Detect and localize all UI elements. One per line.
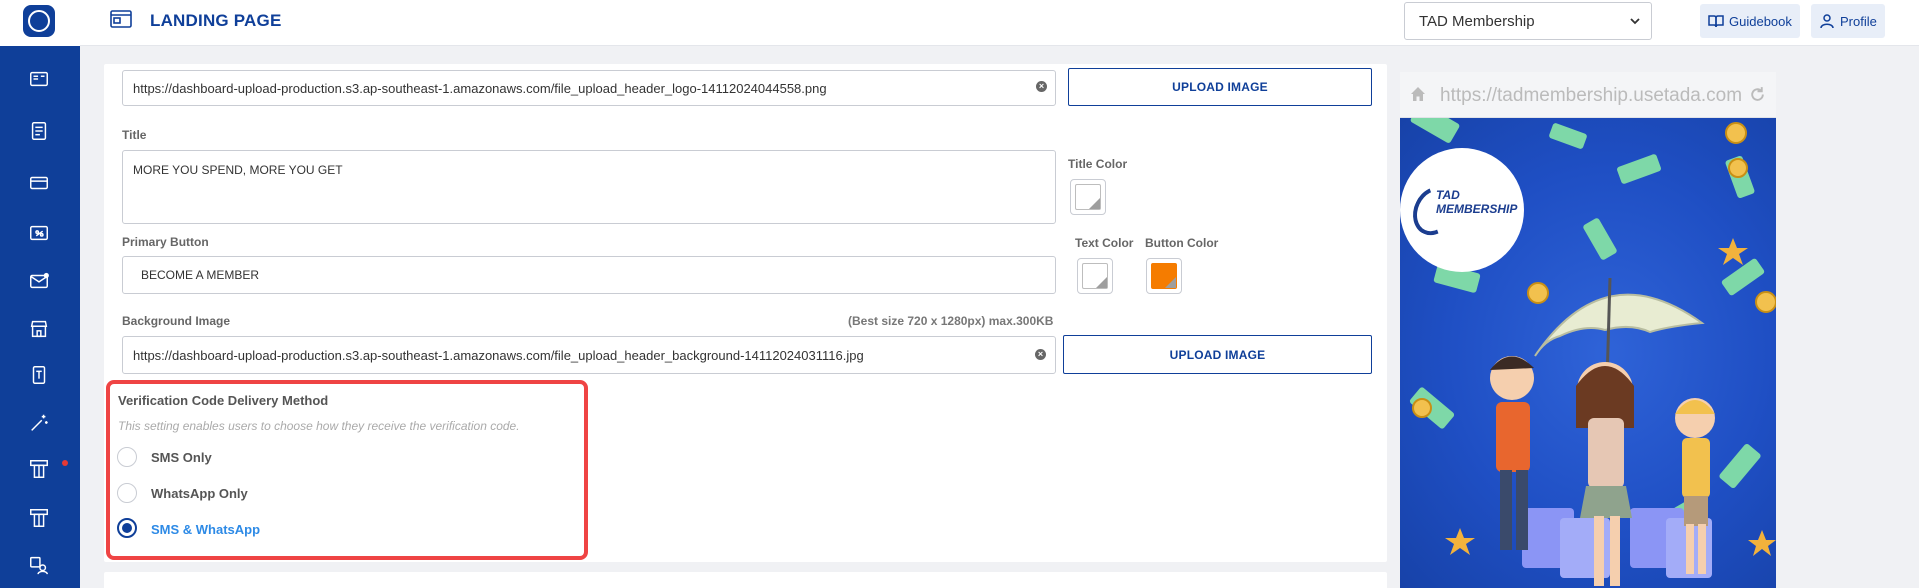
background-image-hint: (Best size 720 x 1280px) max.300KB bbox=[848, 314, 1054, 328]
user-management-icon[interactable] bbox=[27, 554, 51, 576]
chevron-down-icon bbox=[1630, 18, 1640, 25]
page-title: LANDING PAGE bbox=[150, 11, 282, 30]
radio-whatsapp-only[interactable] bbox=[117, 483, 137, 503]
button-color-picker[interactable] bbox=[1146, 258, 1182, 294]
clear-icon[interactable]: × bbox=[1036, 81, 1047, 92]
dashboard-icon[interactable] bbox=[27, 68, 51, 90]
brand-logo-line1: TAD bbox=[1436, 188, 1460, 202]
radio-sms-whatsapp[interactable] bbox=[117, 518, 137, 538]
report-icon[interactable] bbox=[27, 120, 51, 142]
user-icon bbox=[1820, 14, 1834, 29]
brand-logo-circle: TAD MEMBERSHIP bbox=[1400, 148, 1524, 272]
radio-label-sms-only[interactable]: SMS Only bbox=[151, 450, 212, 465]
radio-label-whatsapp-only[interactable]: WhatsApp Only bbox=[151, 486, 248, 501]
device-icon[interactable] bbox=[27, 364, 51, 386]
upload-logo-button[interactable]: UPLOAD IMAGE bbox=[1068, 68, 1372, 106]
mobile-preview: https://tadmembership.usetada.com TAD ME… bbox=[1400, 72, 1776, 588]
verification-help-text: This setting enables users to choose how… bbox=[118, 419, 520, 433]
magic-wand-icon[interactable] bbox=[27, 412, 51, 434]
landing-page-icon bbox=[110, 10, 132, 28]
clear-icon[interactable]: × bbox=[1035, 349, 1046, 360]
reload-icon[interactable] bbox=[1749, 86, 1766, 103]
verification-title: Verification Code Delivery Method bbox=[118, 393, 329, 408]
promo-icon[interactable] bbox=[27, 222, 51, 244]
button-color-label: Button Color bbox=[1145, 236, 1219, 250]
title-textarea[interactable]: MORE YOU SPEND, MORE YOU GET bbox=[122, 150, 1056, 224]
radio-sms-only[interactable] bbox=[117, 447, 137, 467]
text-color-label: Text Color bbox=[1075, 236, 1134, 250]
title-color-picker[interactable] bbox=[1070, 179, 1106, 215]
card-icon[interactable] bbox=[27, 172, 51, 194]
primary-button-value: BECOME A MEMBER bbox=[141, 268, 260, 282]
mail-icon[interactable] bbox=[27, 270, 51, 292]
preview-hero-image: TAD MEMBERSHIP bbox=[1400, 118, 1776, 588]
background-image-label: Background Image bbox=[122, 314, 231, 328]
primary-button-label: Primary Button bbox=[122, 235, 209, 249]
store-icon[interactable] bbox=[27, 318, 51, 340]
background-image-url-value: https://dashboard-upload-production.s3.a… bbox=[133, 347, 864, 363]
header-logo-url-value: https://dashboard-upload-production.s3.a… bbox=[133, 80, 827, 96]
primary-button-input[interactable]: BECOME A MEMBER bbox=[122, 256, 1056, 294]
app-logo-icon[interactable] bbox=[23, 5, 55, 37]
guidebook-label: Guidebook bbox=[1729, 13, 1792, 29]
brand-logo-text: TAD MEMBERSHIP bbox=[1436, 188, 1517, 216]
background-image-url-input[interactable]: https://dashboard-upload-production.s3.a… bbox=[122, 336, 1056, 374]
home-icon[interactable] bbox=[1410, 86, 1426, 102]
sidebar bbox=[0, 0, 80, 588]
radio-label-sms-whatsapp[interactable]: SMS & WhatsApp bbox=[151, 522, 260, 537]
membership-icon[interactable] bbox=[27, 458, 51, 480]
book-icon bbox=[1708, 15, 1724, 28]
brand-select[interactable]: TAD Membership bbox=[1404, 2, 1652, 40]
text-color-picker[interactable] bbox=[1077, 258, 1113, 294]
profile-button[interactable]: Profile bbox=[1811, 4, 1885, 38]
brand-logo-line2: MEMBERSHIP bbox=[1436, 202, 1518, 216]
title-color-label: Title Color bbox=[1068, 157, 1128, 171]
upload-background-button[interactable]: UPLOAD IMAGE bbox=[1063, 335, 1372, 374]
title-label: Title bbox=[122, 128, 147, 142]
brand-select-value: TAD Membership bbox=[1419, 13, 1535, 30]
next-section-card bbox=[104, 572, 1387, 588]
membership-alt-icon[interactable] bbox=[27, 507, 51, 529]
logo-cell bbox=[0, 0, 80, 46]
guidebook-button[interactable]: Guidebook bbox=[1700, 4, 1800, 38]
profile-label: Profile bbox=[1840, 13, 1877, 29]
notification-dot bbox=[62, 460, 68, 466]
title-value: MORE YOU SPEND, MORE YOU GET bbox=[133, 163, 343, 177]
header-logo-url-input[interactable]: https://dashboard-upload-production.s3.a… bbox=[122, 70, 1056, 106]
preview-url-bar: https://tadmembership.usetada.com bbox=[1400, 72, 1776, 118]
top-header: LANDING PAGE TAD Membership Guidebook Pr… bbox=[80, 0, 1919, 46]
preview-url: https://tadmembership.usetada.com bbox=[1440, 85, 1743, 106]
